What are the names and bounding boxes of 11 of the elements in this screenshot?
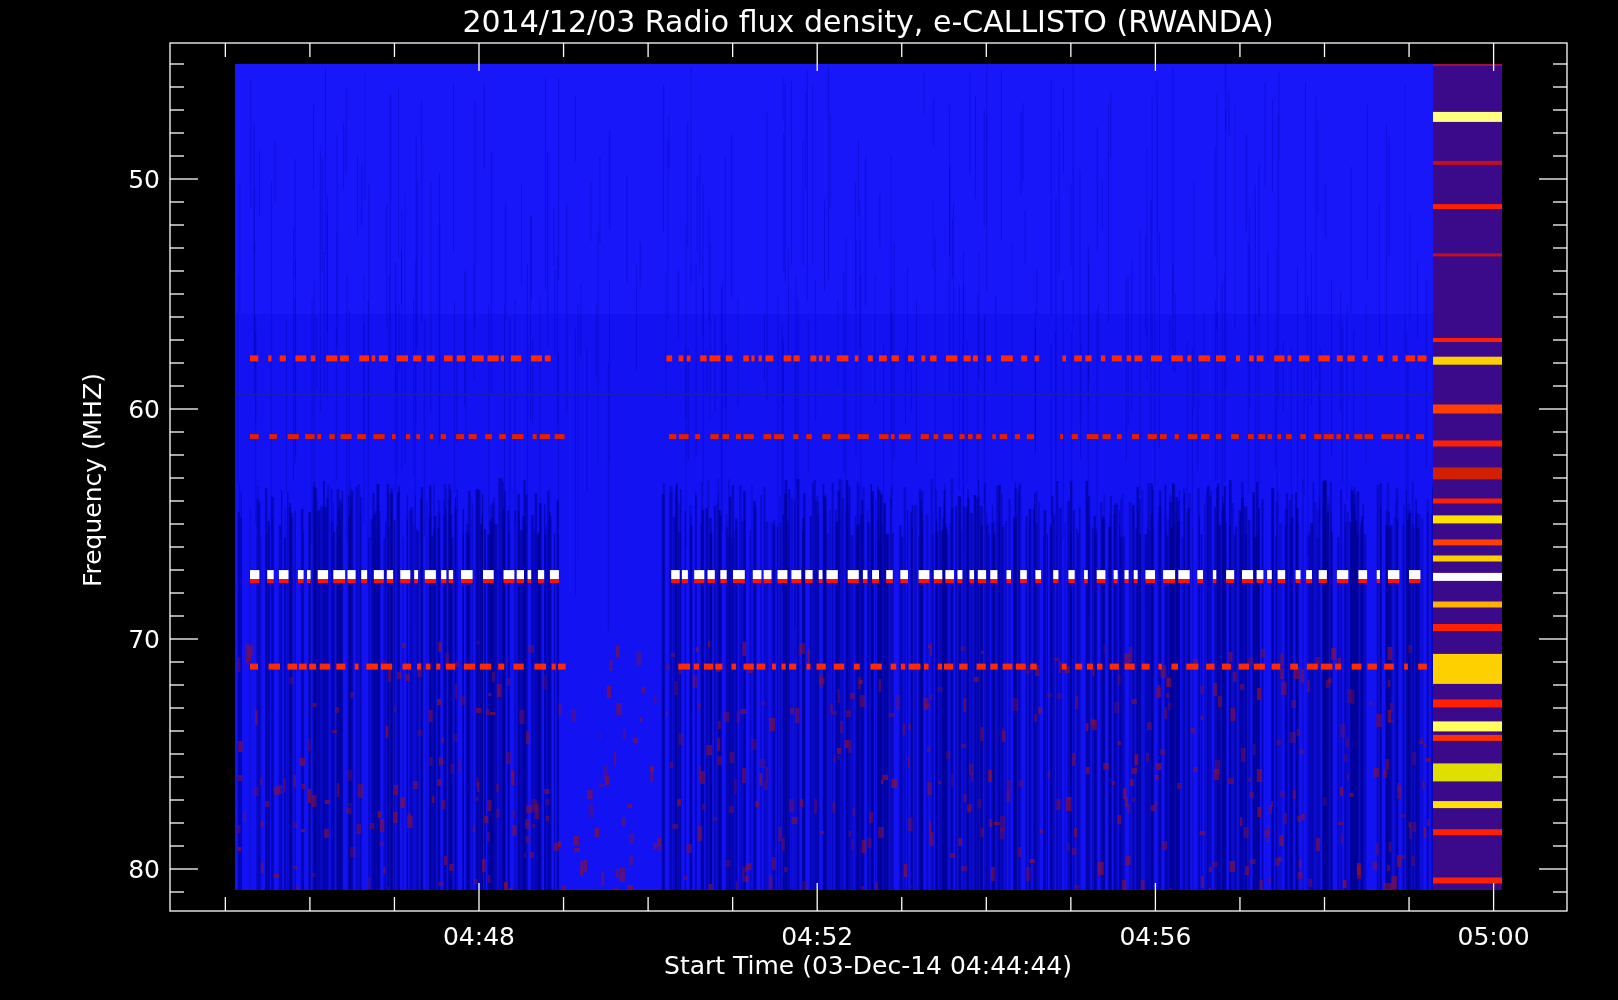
tick-label: 70 bbox=[128, 625, 160, 654]
tick-label: 60 bbox=[128, 395, 160, 424]
x-axis-label: Start Time (03-Dec-14 04:44:44) bbox=[664, 951, 1072, 980]
tick-label: 50 bbox=[128, 165, 160, 194]
tick-label: 04:48 bbox=[443, 922, 515, 951]
y-axis-label: Frequency (MHZ) bbox=[78, 372, 107, 588]
tick-label: 05:00 bbox=[1457, 922, 1530, 951]
tick-label: 04:56 bbox=[1119, 922, 1192, 951]
tick-label: 04:52 bbox=[781, 922, 854, 951]
tick-label: 80 bbox=[128, 855, 160, 884]
chart-title: 2014/12/03 Radio flux density, e-CALLISTO (RWANDA) bbox=[462, 4, 1274, 39]
